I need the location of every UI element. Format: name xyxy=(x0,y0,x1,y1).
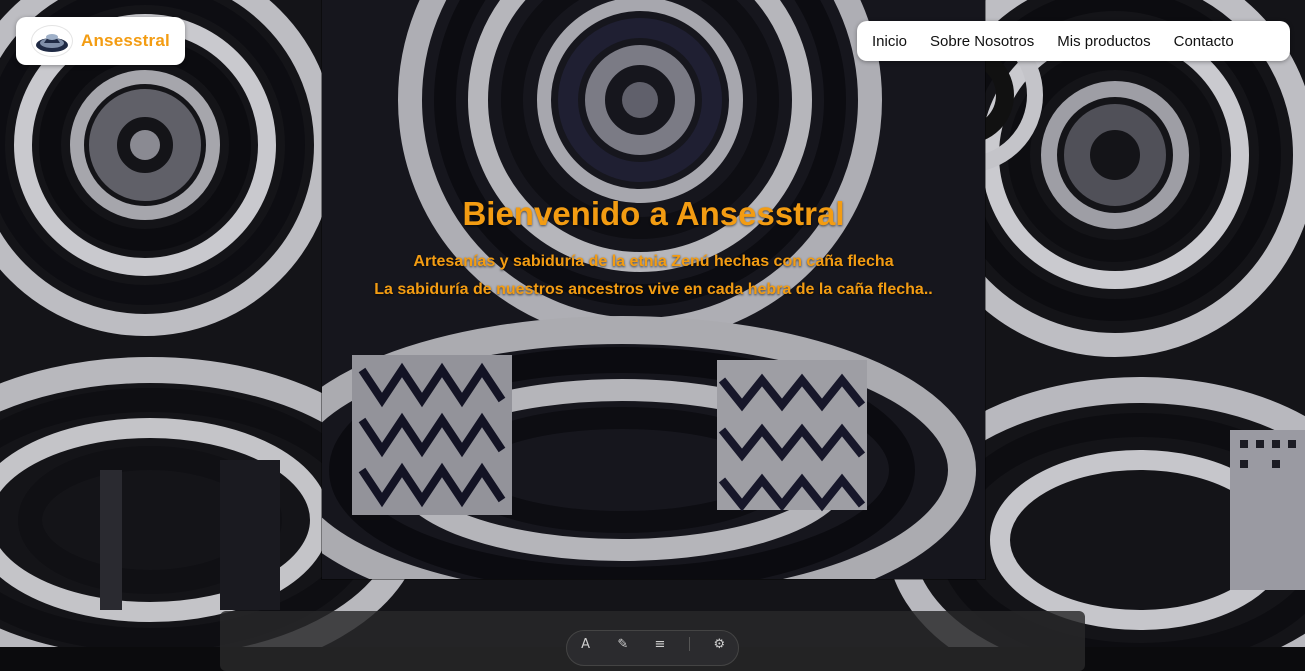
nav-mis-productos-link[interactable]: Mis productos xyxy=(1057,33,1150,50)
nav-contacto-link[interactable]: Contacto xyxy=(1174,33,1234,50)
brand-name[interactable]: Ansesstral xyxy=(81,31,170,51)
list-icon[interactable]: ≡ xyxy=(652,637,668,653)
main-nav: Inicio Sobre Nosotros Mis productos Cont… xyxy=(857,21,1290,61)
toolbar-divider xyxy=(689,637,691,651)
brush-icon[interactable]: ✎ xyxy=(615,637,631,653)
nav-inicio-link[interactable]: Inicio xyxy=(872,33,907,50)
hat-logo-icon xyxy=(31,25,73,57)
hero-subtitle-2: La sabiduría de nuestros ancestros vive … xyxy=(374,281,933,298)
floating-toolbar: A ✎ ≡ ⚙ xyxy=(566,630,739,666)
brand-container[interactable]: Ansesstral xyxy=(16,17,185,65)
hero-title: Bienvenido a Ansesstral xyxy=(462,195,845,232)
hero-subtitle-1: Artesanías y sabiduría de la etnia Zenú … xyxy=(413,253,894,270)
nav-sobre-nosotros-link[interactable]: Sobre Nosotros xyxy=(930,33,1034,50)
text-icon[interactable]: A xyxy=(578,637,594,653)
settings-icon[interactable]: ⚙ xyxy=(711,637,727,653)
hero-section: Bienvenido a Ansesstral Artesanías y sab… xyxy=(322,190,985,304)
